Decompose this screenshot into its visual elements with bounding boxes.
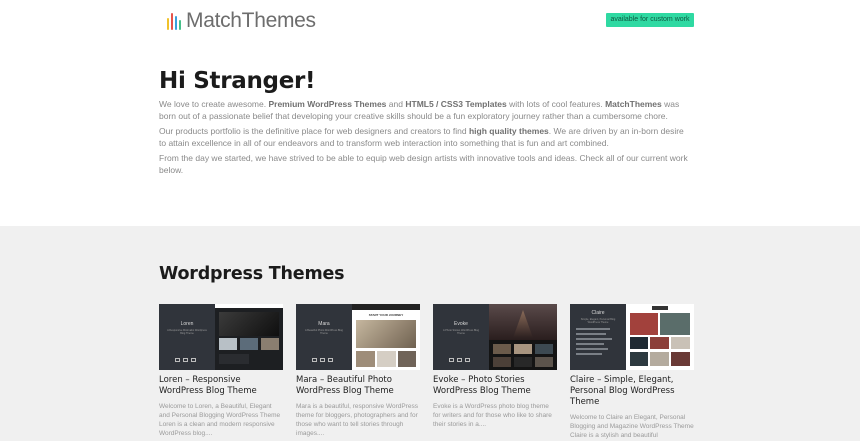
thumb-theme-tagline: Simple, Elegant, Personal Blog WordPress… <box>580 318 616 324</box>
themes-section <box>0 226 860 441</box>
logo-bars-icon <box>167 10 183 32</box>
thumb-feature-list <box>576 328 616 355</box>
intro-paragraph-2: Our products portfolio is the definitive… <box>159 126 684 148</box>
theme-card-claire[interactable]: Claire Simple, Elegant, Personal Blog Wo… <box>570 304 694 440</box>
theme-thumbnail[interactable]: Loren A Responsive Minimalist Wordpress … <box>159 304 283 370</box>
theme-title[interactable]: Claire – Simple, Elegant, Personal Blog … <box>570 375 694 408</box>
theme-thumbnail[interactable]: Evoke A Photo Stories WordPress Blog The… <box>433 304 557 370</box>
responsive-devices-icon <box>449 358 470 362</box>
theme-description: Welcome to Claire an Elegant, Personal B… <box>570 414 694 439</box>
theme-card-evoke[interactable]: Evoke A Photo Stories WordPress Blog The… <box>433 304 557 429</box>
thumb-theme-name: Claire <box>591 310 605 316</box>
thumb-theme-tagline: A Responsive Minimalist Wordpress Blog T… <box>167 329 207 335</box>
thumb-theme-name: Loren <box>180 321 194 327</box>
intro-section: Hi Stranger! We love to create awesome. … <box>159 68 689 180</box>
theme-description: Welcome to Loren, a Beautiful, Elegant a… <box>159 403 281 437</box>
theme-card-mara[interactable]: Mara A Beautiful Photo WordPress Blog Th… <box>296 304 420 438</box>
thumb-theme-name: Mara <box>318 321 330 327</box>
theme-description: Evoke is a WordPress photo blog theme fo… <box>433 403 552 428</box>
theme-thumbnail[interactable]: Mara A Beautiful Photo WordPress Blog Th… <box>296 304 420 370</box>
theme-title[interactable]: Mara – Beautiful Photo WordPress Blog Th… <box>296 375 420 397</box>
custom-work-badge[interactable]: available for custom work <box>606 13 694 27</box>
themes-section-title: Wordpress Themes <box>159 264 345 284</box>
responsive-devices-icon <box>312 358 333 362</box>
thumb-theme-tagline: A Beautiful Photo WordPress Blog Theme <box>305 329 343 335</box>
site-logo[interactable]: MatchThemes <box>167 9 316 33</box>
thumb-banner-text: START YOUR JOURNEY <box>368 313 404 317</box>
logo-text: MatchThemes <box>186 9 316 32</box>
intro-heading: Hi Stranger! <box>159 68 316 94</box>
responsive-devices-icon <box>175 358 196 362</box>
theme-title[interactable]: Loren – Responsive WordPress Blog Theme <box>159 375 283 397</box>
theme-description: Mara is a beautiful, responsive WordPres… <box>296 403 418 437</box>
theme-card-loren[interactable]: Loren A Responsive Minimalist Wordpress … <box>159 304 283 438</box>
thumb-theme-name: Evoke <box>454 321 468 327</box>
theme-thumbnail[interactable]: Claire Simple, Elegant, Personal Blog Wo… <box>570 304 694 370</box>
thumb-theme-tagline: A Photo Stories WordPress Blog Theme <box>443 329 479 335</box>
site-header: MatchThemes available for custom work <box>0 0 860 40</box>
intro-paragraph-1: We love to create awesome. Premium WordP… <box>159 99 680 121</box>
intro-paragraph-3: From the day we started, we have strived… <box>159 153 688 175</box>
theme-title[interactable]: Evoke – Photo Stories WordPress Blog The… <box>433 375 557 397</box>
